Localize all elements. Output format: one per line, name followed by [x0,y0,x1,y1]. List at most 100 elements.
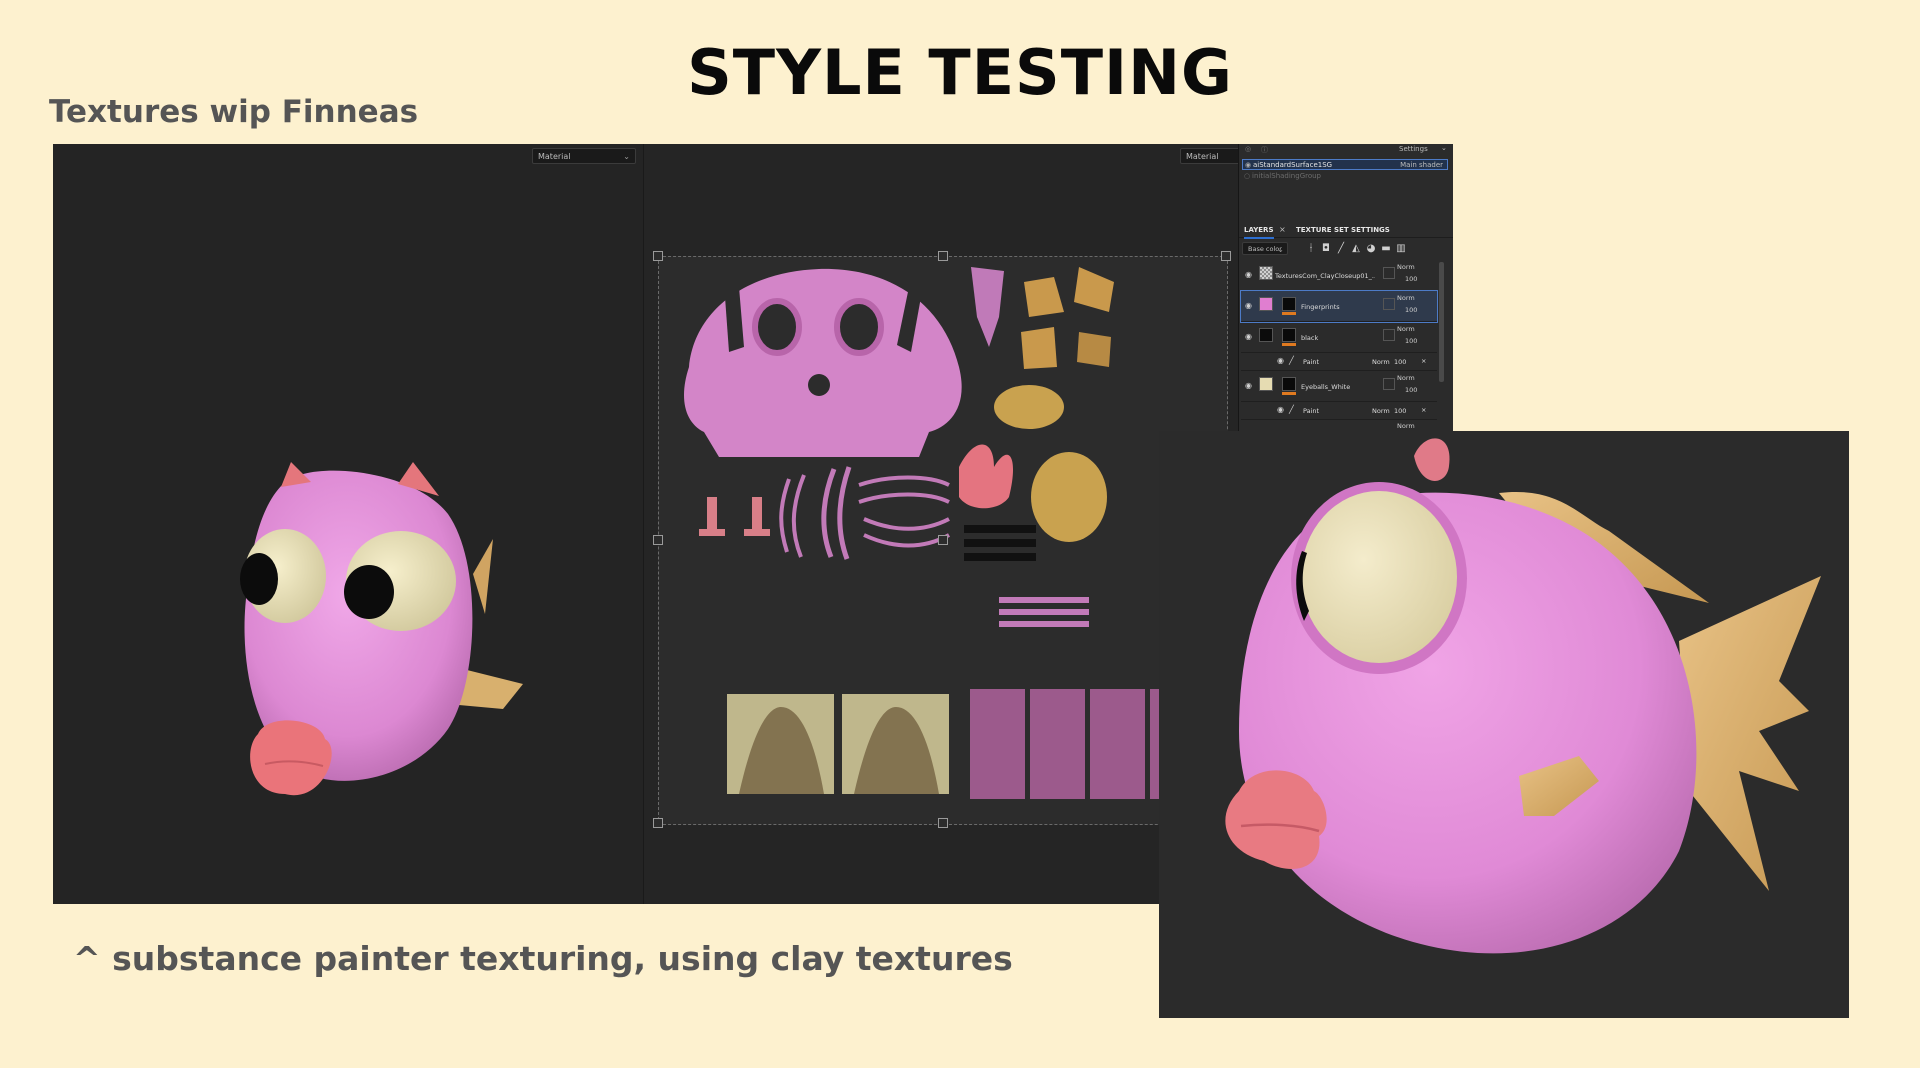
panel-topbar: ◎ ⓘ Settings ⌄ [1239,144,1453,156]
uv-lips [959,444,1014,509]
radio-icon: ○ [1244,172,1251,180]
radio-icon: ◉ [1245,161,1252,169]
layer-row[interactable]: ◉ Eyeballs_White Norm 100 [1241,371,1437,402]
paint-brush-icon: ╱ [1289,356,1294,365]
slide-subtitle: Textures wip Finneas [49,94,419,130]
blend-mode[interactable]: Norm [1397,325,1415,333]
uv-tongue [971,267,1004,347]
mask-indicator [1282,343,1296,346]
info-icon[interactable]: ⓘ [1261,145,1268,155]
effect-opacity[interactable]: 100 [1394,358,1406,366]
shader-row-main[interactable]: ◉ aiStandardSurface1SG Main shader [1242,159,1448,170]
layers-scrollbar[interactable] [1439,262,1444,382]
close-icon[interactable]: × [1279,225,1286,234]
pupil-right [344,565,394,619]
layer-mask-thumbnail [1383,329,1395,341]
layer-thumbnail [1259,266,1273,280]
layer-thumbnail [1259,377,1273,391]
layer-row-selected[interactable]: ◉ Fingerprints Norm 100 [1240,290,1438,323]
transform-handle[interactable] [1221,251,1231,261]
layer-mask-thumbnail [1383,298,1395,310]
layer-row[interactable]: ◉ black Norm 100 [1241,322,1437,353]
blend-mode[interactable]: Norm [1397,374,1415,382]
tab-layers[interactable]: LAYERS [1244,223,1274,239]
effect-opacity[interactable]: 100 [1394,407,1406,415]
layer-name: black [1301,334,1319,342]
transform-handle[interactable] [653,535,663,545]
blend-mode[interactable]: Norm [1397,294,1415,302]
layer-opacity[interactable]: 100 [1405,306,1417,314]
transform-handle[interactable] [653,818,663,828]
layer-name: TexturesCom_ClayCloseup01_... [1275,272,1375,280]
smart-material-icon[interactable]: ◕ [1365,243,1377,255]
layers-toolbar: Base color ⌄ ᚽ ◘ ╱ ◭ ◕ ▬ ▥ [1239,240,1453,258]
layer-thumbnail [1259,328,1273,342]
viewport-2d-uv[interactable]: Material ⌄ [644,144,1284,904]
layer-opacity[interactable]: 100 [1405,275,1417,283]
material-dropdown-2d-label: Material [1186,152,1219,161]
pupil-left [240,553,278,605]
effect-name: Paint [1303,407,1320,415]
channel-dropdown[interactable]: Base color ⌄ [1242,242,1288,255]
layer-mask-thumbnail [1383,378,1395,390]
chevron-down-icon: ⌄ [1441,144,1447,152]
eye [1301,491,1457,663]
layer-name: Fingerprints [1301,303,1340,311]
blend-mode[interactable]: Norm [1397,263,1415,271]
trash-icon[interactable]: ▥ [1395,243,1407,255]
chevron-down-icon: ⌄ [1277,245,1284,254]
paint-brush-icon[interactable]: ╱ [1335,243,1347,255]
shader-name: aiStandardSurface1SG [1253,161,1333,169]
shader-name: initialShadingGroup [1252,172,1321,180]
settings-dropdown[interactable]: Settings [1399,145,1428,153]
layer-mask-thumbnail [1282,377,1296,391]
layer-row[interactable]: ◉ TexturesCom_ClayCloseup01_... Norm 100 [1241,260,1437,291]
fish-model-3d [240,462,523,796]
blend-mode[interactable]: Norm [1397,422,1415,430]
eye-icon[interactable]: ◎ [1245,145,1251,153]
fish-render [1159,431,1849,1018]
fin-tail [1679,576,1821,891]
layer-mask-thumbnail [1282,297,1296,311]
eye-icon[interactable]: ◉ [1245,381,1252,390]
tab-texture-set-settings[interactable]: TEXTURE SET SETTINGS [1296,223,1390,237]
viewport-3d[interactable]: Material ⌄ [53,144,644,904]
add-mask-icon[interactable]: ◘ [1320,243,1332,255]
effect-row[interactable]: ◉ ╱ Paint Norm 100 × [1241,353,1437,371]
uv-frame [653,251,1231,828]
blend-mode[interactable]: Norm [1372,407,1390,415]
effect-row[interactable]: ◉ ╱ Paint Norm 100 × [1241,402,1437,420]
eye-icon[interactable]: ◉ [1245,301,1252,310]
transform-handle[interactable] [653,251,663,261]
layer-mask-thumbnail [1282,328,1296,342]
fish-model-render [1225,438,1821,954]
mask-indicator [1282,312,1296,315]
eye-icon[interactable]: ◉ [1277,356,1284,365]
mask-indicator [1282,392,1296,395]
effect-name: Paint [1303,358,1320,366]
layer-opacity[interactable]: 100 [1405,386,1417,394]
layer-thumbnail [1259,297,1273,311]
shader-row-initial[interactable]: ○ initialShadingGroup [1242,171,1448,182]
close-icon[interactable]: × [1421,406,1426,414]
paint-brush-icon: ╱ [1289,405,1294,414]
layer-name: Eyeballs_White [1301,383,1351,391]
slide-caption: ^ substance painter texturing, using cla… [73,939,1013,978]
folder-icon[interactable]: ▬ [1380,243,1392,255]
transform-handle[interactable] [938,818,948,828]
layer-opacity[interactable]: 100 [1405,337,1417,345]
transform-handle[interactable] [938,535,948,545]
blend-mode[interactable]: Norm [1372,358,1390,366]
eye-icon[interactable]: ◉ [1277,405,1284,414]
fin-back [473,539,493,614]
transform-handle[interactable] [938,251,948,261]
eye-icon[interactable]: ◉ [1245,270,1252,279]
fill-bucket-icon[interactable]: ◭ [1350,243,1362,255]
eye-icon[interactable]: ◉ [1245,332,1252,341]
shader-role: Main shader [1400,161,1443,169]
add-effect-icon[interactable]: ᚽ [1305,243,1317,255]
horn [1414,438,1450,481]
layer-mask-thumbnail [1383,267,1395,279]
lips [250,720,332,796]
close-icon[interactable]: × [1421,357,1426,365]
